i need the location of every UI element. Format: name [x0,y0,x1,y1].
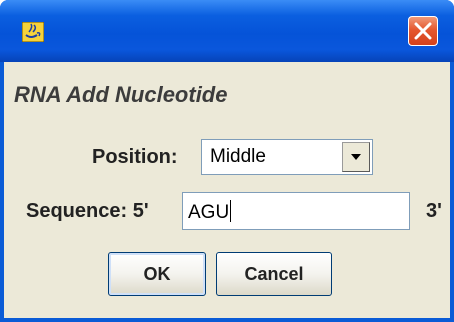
dialog-heading: RNA Add Nucleotide [14,82,228,107]
java-cup-icon [21,21,45,43]
position-selected-value: Middle [210,146,266,167]
text-caret [230,200,232,222]
close-icon [414,22,432,40]
position-label: Position: [92,146,178,168]
cancel-button[interactable]: Cancel [216,252,332,296]
dialog-window: RNA Add Nucleotide Position: Middle Sequ… [0,0,454,322]
sequence-input[interactable]: AGU [182,192,410,230]
sequence-label: Sequence: 5' [26,200,149,222]
position-select[interactable]: Middle [201,139,373,175]
dialog-content: RNA Add Nucleotide Position: Middle Sequ… [4,62,450,318]
title-bar[interactable] [0,0,454,62]
dropdown-arrow-button[interactable] [342,142,370,172]
chevron-down-icon [351,154,361,160]
sequence-value: AGU [188,200,232,223]
close-button[interactable] [408,16,438,46]
ok-button[interactable]: OK [108,252,206,296]
sequence-suffix-label: 3' [426,200,442,222]
